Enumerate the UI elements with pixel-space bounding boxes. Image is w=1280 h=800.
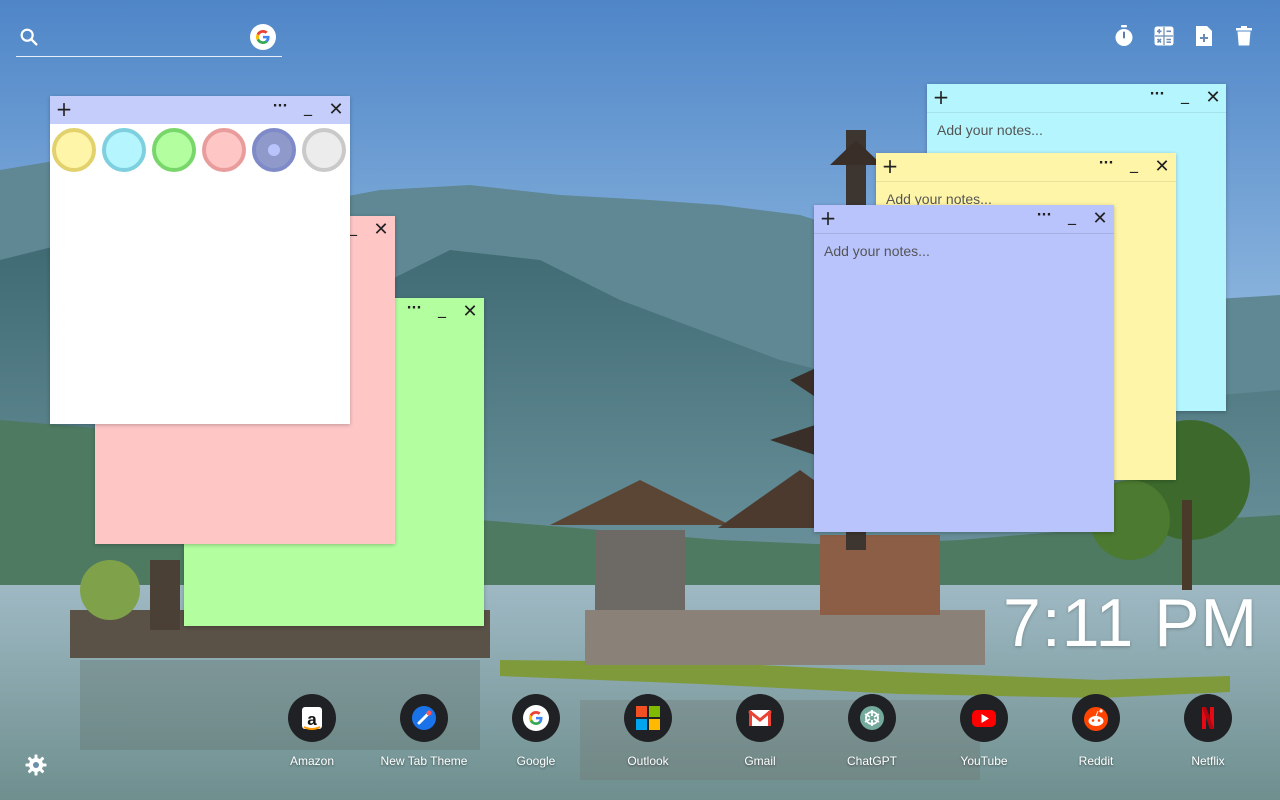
color-swatch-blue[interactable] (252, 128, 296, 172)
add-note-button[interactable]: + (52, 96, 76, 124)
calculator-icon[interactable] (1152, 24, 1176, 48)
gear-icon[interactable] (24, 753, 48, 777)
shortcut-new-tab-theme[interactable]: New Tab Theme (374, 694, 474, 774)
shortcut-label: Outlook (627, 754, 669, 768)
note-placeholder[interactable]: Add your notes... (824, 243, 930, 259)
color-swatch-gray[interactable] (302, 128, 346, 172)
add-note-button[interactable]: + (878, 153, 902, 181)
google-search-icon[interactable] (250, 24, 276, 50)
shortcut-netflix[interactable]: Netflix (1158, 694, 1258, 774)
youtube-icon (960, 694, 1008, 742)
close-icon[interactable]: ✕ (324, 96, 348, 124)
shortcut-label: Gmail (744, 754, 776, 768)
reddit-icon (1072, 694, 1120, 742)
clock: 7:11 PM (1003, 585, 1259, 661)
shortcut-outlook[interactable]: Outlook (598, 694, 698, 774)
shortcut-label: New Tab Theme (380, 754, 468, 768)
color-swatch-pink[interactable] (202, 128, 246, 172)
shortcut-label: YouTube (960, 754, 1008, 768)
minimize-icon[interactable]: _ (1122, 153, 1146, 181)
more-options-icon[interactable]: ··· (402, 298, 426, 326)
timer-icon[interactable] (1112, 24, 1136, 48)
minimize-icon[interactable]: _ (430, 298, 454, 326)
chatgpt-icon (848, 694, 896, 742)
close-icon[interactable]: ✕ (1201, 84, 1225, 112)
close-icon[interactable]: ✕ (1150, 153, 1174, 181)
shortcut-label: Netflix (1191, 754, 1225, 768)
shortcut-label: ChatGPT (846, 754, 897, 768)
close-icon[interactable]: ✕ (369, 216, 393, 244)
color-swatch-yellow[interactable] (52, 128, 96, 172)
netflix-icon (1184, 694, 1232, 742)
new-tab-theme-icon (400, 694, 448, 742)
search-input[interactable] (48, 24, 252, 50)
search-icon[interactable] (18, 26, 40, 48)
close-icon[interactable]: ✕ (1088, 205, 1112, 233)
minimize-icon[interactable]: _ (1173, 84, 1197, 112)
more-options-icon[interactable]: ··· (1032, 205, 1056, 233)
selected-indicator (268, 144, 280, 156)
minimize-icon[interactable]: _ (1060, 205, 1084, 233)
shortcut-chatgpt[interactable]: ChatGPT (822, 694, 922, 774)
add-note-button[interactable]: + (929, 84, 953, 112)
color-swatch-green[interactable] (152, 128, 196, 172)
add-note-icon[interactable] (1192, 24, 1216, 48)
more-options-icon[interactable]: ··· (1145, 84, 1169, 112)
gmail-icon (736, 694, 784, 742)
outlook-icon (624, 694, 672, 742)
minimize-icon[interactable]: _ (296, 96, 320, 124)
shortcut-label: Google (516, 754, 556, 768)
sticky-note-blue[interactable]: + ··· _ ✕ Add your notes... (814, 205, 1114, 532)
more-options-icon[interactable]: ··· (1094, 153, 1118, 181)
note-placeholder[interactable]: Add your notes... (937, 122, 1043, 138)
shortcut-label: Reddit (1078, 754, 1114, 768)
shortcut-gmail[interactable]: Gmail (710, 694, 810, 774)
shortcut-amazon[interactable]: a Amazon (262, 694, 362, 774)
trash-icon[interactable] (1232, 24, 1256, 48)
svg-text:a: a (307, 710, 317, 729)
color-swatch-cyan[interactable] (102, 128, 146, 172)
search-bar (16, 18, 282, 57)
add-note-button[interactable]: + (816, 205, 840, 233)
shortcut-youtube[interactable]: YouTube (934, 694, 1034, 774)
more-options-icon[interactable]: ··· (268, 96, 292, 124)
shortcut-google[interactable]: Google (486, 694, 586, 774)
google-icon (512, 694, 560, 742)
shortcut-label: Amazon (289, 754, 335, 768)
amazon-icon: a (288, 694, 336, 742)
close-icon[interactable]: ✕ (458, 298, 482, 326)
shortcut-reddit[interactable]: Reddit (1046, 694, 1146, 774)
